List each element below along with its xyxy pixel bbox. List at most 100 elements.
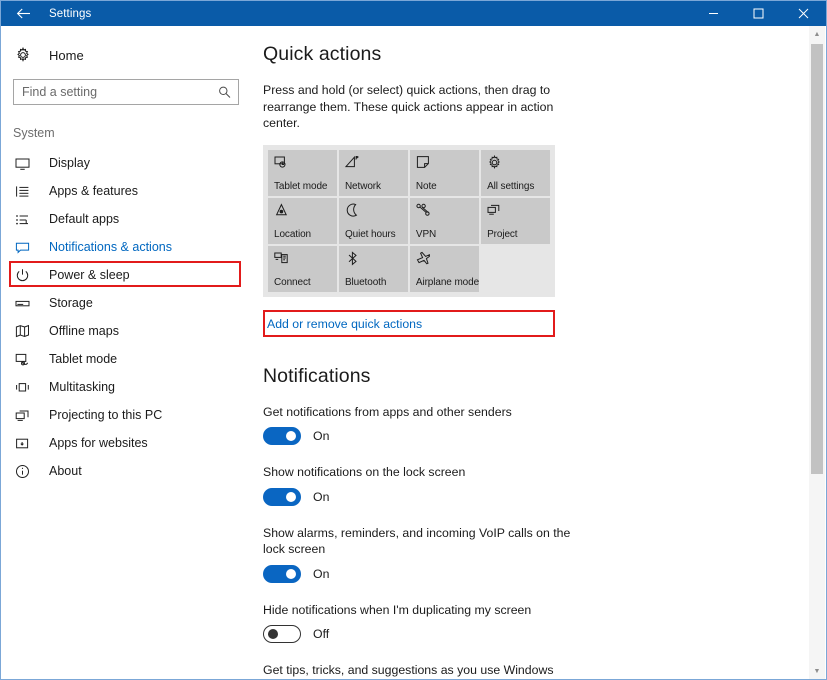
sidebar-item-home[interactable]: Home bbox=[1, 40, 253, 70]
quick-action-tile-note[interactable]: Note bbox=[409, 149, 480, 196]
gear-icon bbox=[15, 47, 37, 63]
quick-action-tile-network[interactable]: Network bbox=[338, 149, 408, 196]
sidebar-item-label: Projecting to this PC bbox=[49, 408, 163, 422]
sidebar-item-tablet-mode[interactable]: Tablet mode bbox=[1, 345, 253, 373]
quick-action-tile-airplane-mode[interactable]: Airplane mode bbox=[409, 245, 480, 292]
storage-icon bbox=[15, 296, 37, 311]
setting-label: Show alarms, reminders, and incoming VoI… bbox=[263, 525, 571, 557]
sidebar-group-label: System bbox=[13, 126, 55, 140]
toggle-show-alarms-reminders-voip[interactable] bbox=[263, 564, 301, 583]
setting-show-notifications-lock-screen: Show notifications on the lock screen On bbox=[263, 464, 583, 506]
network-wifi-icon bbox=[344, 155, 408, 173]
quick-action-tile-vpn[interactable]: VPN bbox=[409, 197, 480, 244]
tablet-mode-icon bbox=[274, 155, 337, 173]
setting-label: Get tips, tricks, and suggestions as you… bbox=[263, 663, 554, 677]
location-icon bbox=[274, 202, 337, 221]
setting-label: Show notifications on the lock screen bbox=[263, 465, 466, 479]
quick-action-label: Project bbox=[487, 228, 518, 240]
quick-action-tile-all-settings[interactable]: All settings bbox=[481, 149, 550, 196]
search-box[interactable] bbox=[13, 79, 239, 105]
setting-label: Get notifications from apps and other se… bbox=[263, 404, 512, 419]
setting-get-tips-tricks: Get tips, tricks, and suggestions as you… bbox=[263, 662, 583, 679]
sidebar-item-apps-features[interactable]: Apps & features bbox=[1, 177, 253, 205]
quick-action-tile-project[interactable]: Project bbox=[481, 197, 550, 244]
toggle-get-notifications-apps[interactable] bbox=[263, 427, 301, 445]
sidebar-item-label: Multitasking bbox=[49, 380, 115, 394]
sidebar-item-notifications-actions[interactable]: Notifications & actions bbox=[1, 233, 253, 261]
back-arrow-icon[interactable] bbox=[1, 1, 45, 26]
toggle-row: On bbox=[263, 487, 583, 506]
content-scrollbar[interactable]: ▲ ▼ bbox=[809, 26, 825, 679]
quick-action-tile-location[interactable]: Location bbox=[268, 197, 337, 244]
sidebar-item-storage[interactable]: Storage bbox=[1, 289, 253, 317]
quick-action-tile-empty-slot bbox=[481, 246, 550, 292]
connect-icon bbox=[274, 251, 337, 269]
sidebar-item-label: Apps for websites bbox=[49, 436, 148, 450]
sidebar-nav-list: Display Apps & features Default apps Not… bbox=[1, 149, 253, 485]
notifications-heading: Notifications bbox=[263, 364, 371, 387]
setting-get-notifications-apps: Get notifications from apps and other se… bbox=[263, 404, 583, 445]
quick-action-label: Airplane mode bbox=[415, 276, 480, 288]
toggle-state-label: On bbox=[313, 489, 330, 504]
moon-icon bbox=[345, 203, 408, 221]
sidebar-item-about[interactable]: About bbox=[1, 457, 253, 485]
sidebar-item-offline-maps[interactable]: Offline maps bbox=[1, 317, 253, 345]
add-remove-quick-actions-link[interactable]: Add or remove quick actions bbox=[263, 317, 422, 331]
scrollbar-track[interactable] bbox=[809, 42, 825, 663]
sidebar-item-label: Notifications & actions bbox=[49, 240, 172, 254]
quick-action-label: Tablet mode bbox=[274, 180, 328, 192]
info-icon bbox=[15, 464, 37, 479]
sidebar-item-label: Display bbox=[49, 156, 90, 170]
sidebar-item-projecting-to-this-pc[interactable]: Projecting to this PC bbox=[1, 401, 253, 429]
quick-action-label: All settings bbox=[487, 180, 535, 192]
sidebar-item-label: Apps & features bbox=[49, 184, 138, 198]
content-inner: Quick actions Press and hold (or select)… bbox=[253, 26, 826, 679]
window-body: Home System Displa bbox=[1, 26, 826, 679]
monitor-icon bbox=[15, 156, 37, 171]
map-icon bbox=[15, 324, 37, 339]
apps-websites-icon bbox=[15, 436, 37, 451]
scrollbar-thumb[interactable] bbox=[811, 44, 823, 474]
default-apps-icon bbox=[15, 212, 37, 227]
toggle-knob bbox=[286, 568, 296, 579]
note-icon bbox=[416, 155, 479, 173]
quick-action-tile-tablet-mode[interactable]: Tablet mode bbox=[268, 149, 337, 196]
sidebar: Home System Displa bbox=[1, 26, 253, 679]
notifications-section: Notifications Get notifications from app… bbox=[263, 365, 826, 680]
setting-hide-notifications-duplicating: Hide notifications when I'm duplicating … bbox=[263, 602, 583, 643]
multitasking-icon bbox=[15, 380, 37, 395]
toggle-knob bbox=[268, 629, 278, 639]
sidebar-item-apps-for-websites[interactable]: Apps for websites bbox=[1, 429, 253, 457]
sidebar-item-default-apps[interactable]: Default apps bbox=[1, 205, 253, 233]
scroll-up-arrow-icon[interactable]: ▲ bbox=[809, 26, 825, 42]
sidebar-home-label: Home bbox=[49, 47, 84, 63]
sidebar-item-power-sleep[interactable]: Power & sleep bbox=[1, 261, 253, 289]
content-pane: Quick actions Press and hold (or select)… bbox=[253, 26, 826, 679]
quick-action-label: Note bbox=[415, 180, 437, 192]
toggle-show-notifications-lock-screen[interactable] bbox=[263, 487, 301, 506]
project-screen-icon bbox=[487, 203, 550, 221]
quick-actions-description: Press and hold (or select) quick actions… bbox=[263, 83, 554, 130]
setting-show-alarms-reminders-voip: Show alarms, reminders, and incoming VoI… bbox=[263, 525, 583, 583]
quick-action-label: Location bbox=[274, 228, 312, 240]
power-icon bbox=[15, 268, 37, 283]
search-input[interactable] bbox=[14, 80, 238, 104]
scroll-down-arrow-icon[interactable]: ▼ bbox=[809, 663, 825, 679]
toggle-hide-notifications-duplicating[interactable] bbox=[263, 625, 301, 643]
toggle-knob bbox=[286, 431, 296, 441]
quick-action-tile-bluetooth[interactable]: Bluetooth bbox=[338, 245, 408, 292]
window-title: Settings bbox=[49, 7, 92, 20]
minimize-button[interactable] bbox=[691, 1, 736, 26]
tablet-icon bbox=[15, 352, 37, 367]
sidebar-item-display[interactable]: Display bbox=[1, 149, 253, 177]
maximize-button[interactable] bbox=[736, 1, 781, 26]
sidebar-item-multitasking[interactable]: Multitasking bbox=[1, 373, 253, 401]
quick-actions-grid: Tablet mode Network Note All settings Lo… bbox=[263, 144, 555, 297]
setting-label: Hide notifications when I'm duplicating … bbox=[263, 602, 532, 617]
settings-window: Settings Home Find a setting System Disp… bbox=[0, 0, 827, 680]
close-button[interactable] bbox=[781, 1, 826, 26]
quick-action-tile-connect[interactable]: Connect bbox=[268, 245, 337, 292]
toggle-state-label: On bbox=[313, 566, 330, 581]
notification-icon bbox=[15, 240, 37, 255]
quick-action-tile-quiet-hours[interactable]: Quiet hours bbox=[338, 197, 408, 244]
